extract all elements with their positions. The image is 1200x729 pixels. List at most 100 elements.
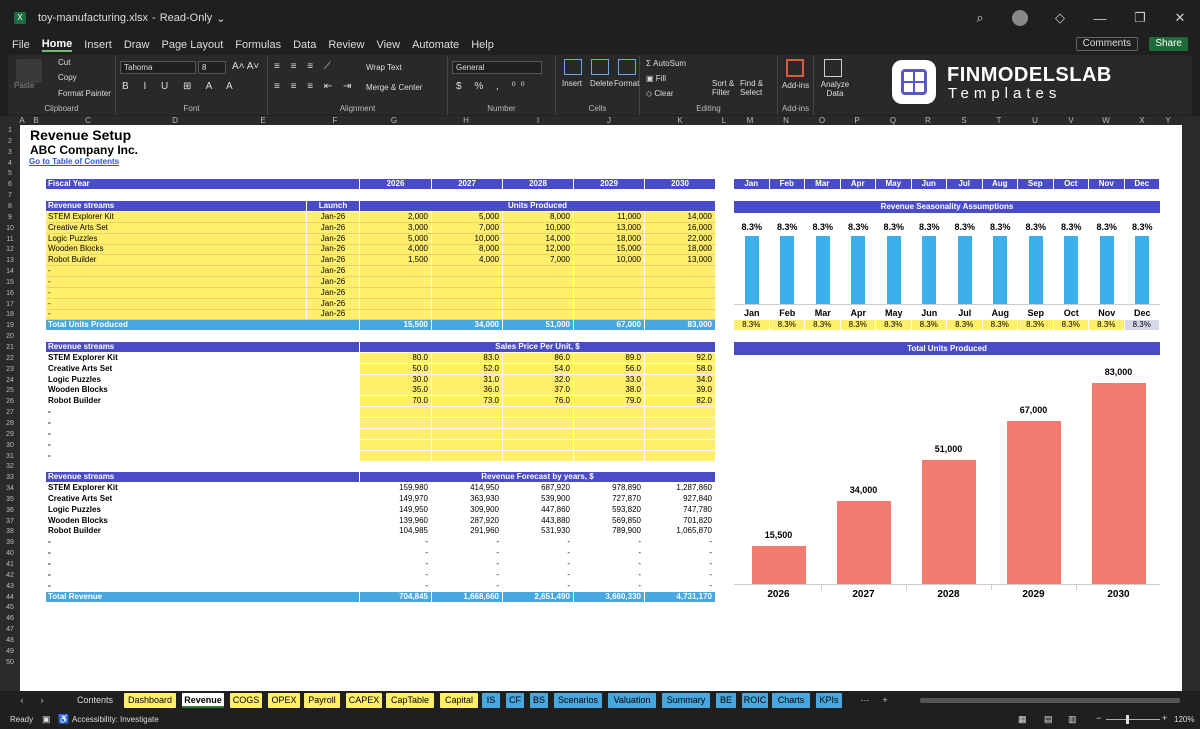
price-value[interactable]: 34.0 — [645, 374, 715, 385]
units-bar[interactable] — [1091, 382, 1146, 584]
window-mode[interactable]: Read-Only — [160, 12, 213, 24]
units-value[interactable]: 16,000 — [645, 222, 715, 233]
launch-date[interactable]: Jan-26 — [307, 266, 359, 277]
units-value[interactable] — [645, 309, 715, 320]
price-value[interactable]: 70.0 — [360, 396, 431, 407]
clear-button[interactable]: ◇ Clear — [646, 89, 674, 98]
insert-button[interactable]: Insert — [562, 79, 582, 88]
units-value[interactable]: 12,000 — [503, 244, 573, 255]
seasonality-bar[interactable] — [922, 235, 937, 304]
units-value[interactable]: 22,000 — [645, 233, 715, 244]
units-value[interactable]: 11,000 — [574, 211, 644, 222]
stream-name[interactable]: - — [46, 309, 306, 320]
units-value[interactable]: 3,000 — [360, 222, 431, 233]
row-header[interactable]: 49 — [0, 648, 20, 655]
price-value[interactable] — [574, 450, 644, 461]
close-icon[interactable]: ✕ — [1160, 10, 1200, 26]
price-value[interactable] — [574, 407, 644, 418]
units-streams-header[interactable]: Revenue streams — [46, 200, 306, 211]
seasonality-input[interactable]: 8.3% — [1053, 320, 1088, 331]
units-value[interactable]: 10,000 — [503, 222, 573, 233]
revenue-value[interactable]: 789,900 — [574, 526, 644, 536]
units-value[interactable]: 10,000 — [432, 233, 502, 244]
revenue-value[interactable]: 443,880 — [503, 516, 573, 526]
menu-automate[interactable]: Automate — [412, 39, 459, 51]
units-value[interactable] — [503, 266, 573, 277]
price-value[interactable] — [503, 439, 573, 450]
launch-date[interactable]: Jan-26 — [307, 244, 359, 255]
revenue-value[interactable]: 309,900 — [432, 505, 502, 515]
column-header[interactable]: W — [1101, 116, 1111, 125]
seasonality-input[interactable]: 8.3% — [982, 320, 1017, 331]
revenue-value[interactable]: - — [574, 548, 644, 558]
units-data-label[interactable]: 34,000 — [834, 485, 894, 495]
revenue-value[interactable]: - — [360, 559, 431, 569]
row-header[interactable]: 1 — [0, 127, 20, 134]
revenue-value[interactable]: - — [360, 548, 431, 558]
revenue-value[interactable]: 593,820 — [574, 505, 644, 515]
page-layout-view-icon[interactable]: ▤ — [1044, 714, 1053, 725]
price-value[interactable]: 56.0 — [574, 363, 644, 374]
stream-name[interactable]: Logic Puzzles — [46, 233, 306, 244]
seasonality-bar[interactable] — [780, 235, 795, 304]
price-value[interactable]: 86.0 — [503, 352, 573, 363]
total-revenue-value[interactable]: 2,651,490 — [503, 591, 573, 602]
seasonality-bar[interactable] — [815, 235, 830, 304]
stream-name[interactable]: Creative Arts Set — [46, 222, 306, 233]
units-value[interactable] — [574, 287, 644, 298]
month-header[interactable]: Dec — [1124, 179, 1159, 190]
diamond-icon[interactable]: ◇ — [1040, 10, 1080, 26]
price-value[interactable]: 73.0 — [432, 396, 502, 407]
find-select-button[interactable]: Find & Select — [740, 79, 774, 97]
price-value[interactable] — [645, 428, 715, 439]
price-value[interactable] — [503, 417, 573, 428]
total-units-value[interactable]: 51,000 — [503, 320, 573, 331]
month-header[interactable]: Jun — [911, 179, 946, 190]
units-value[interactable] — [645, 298, 715, 309]
price-value[interactable] — [645, 439, 715, 450]
row-header[interactable]: 11 — [0, 236, 20, 243]
revenue-value[interactable]: 159,980 — [360, 483, 431, 493]
price-value[interactable]: 58.0 — [645, 363, 715, 374]
avatar[interactable] — [1012, 10, 1028, 26]
seasonality-tick-label[interactable]: May — [876, 308, 912, 318]
stream-name[interactable]: - — [46, 559, 359, 569]
price-value[interactable]: 32.0 — [503, 374, 573, 385]
total-revenue-value[interactable]: 4,731,170 — [645, 591, 715, 602]
seasonality-data-label[interactable]: 8.3% — [911, 222, 947, 232]
price-value[interactable] — [503, 428, 573, 439]
row-header[interactable]: 29 — [0, 431, 20, 438]
revenue-value[interactable]: 687,920 — [503, 483, 573, 493]
row-header[interactable]: 19 — [0, 322, 20, 329]
units-value[interactable] — [432, 309, 502, 320]
stream-name[interactable]: - — [46, 266, 306, 277]
seasonality-tick-label[interactable]: Mar — [805, 308, 841, 318]
revenue-value[interactable]: - — [503, 537, 573, 547]
seasonality-bar[interactable] — [1099, 235, 1114, 304]
revenue-value[interactable]: - — [432, 537, 502, 547]
price-value[interactable] — [432, 439, 502, 450]
units-value[interactable]: 7,000 — [503, 255, 573, 266]
row-header[interactable]: 48 — [0, 637, 20, 644]
tab-prev-icon[interactable]: ‹ — [14, 693, 30, 708]
seasonality-tick-label[interactable]: Sep — [1018, 308, 1054, 318]
row-header[interactable]: 31 — [0, 453, 20, 460]
chevron-down-icon[interactable]: ⌄ — [216, 12, 225, 25]
revenue-value[interactable]: 149,950 — [360, 505, 431, 515]
revenue-value[interactable]: 927,840 — [645, 494, 715, 504]
column-header[interactable]: Q — [888, 116, 898, 125]
units-chart-title[interactable]: Total Units Produced — [734, 342, 1160, 355]
column-header[interactable]: M — [745, 116, 755, 125]
stream-name[interactable]: - — [46, 451, 359, 461]
column-header[interactable]: F — [330, 116, 340, 125]
seasonality-data-label[interactable]: 8.3% — [805, 222, 841, 232]
revenue-value[interactable]: - — [574, 537, 644, 547]
menu-data[interactable]: Data — [293, 39, 316, 51]
toc-link[interactable]: Go to Table of Contents — [29, 157, 119, 167]
units-value[interactable]: 5,000 — [360, 233, 431, 244]
column-header[interactable]: R — [923, 116, 933, 125]
menu-home[interactable]: Home — [41, 38, 73, 52]
price-value[interactable] — [645, 417, 715, 428]
stream-name[interactable]: Logic Puzzles — [46, 505, 359, 515]
revenue-value[interactable]: 747,780 — [645, 505, 715, 515]
